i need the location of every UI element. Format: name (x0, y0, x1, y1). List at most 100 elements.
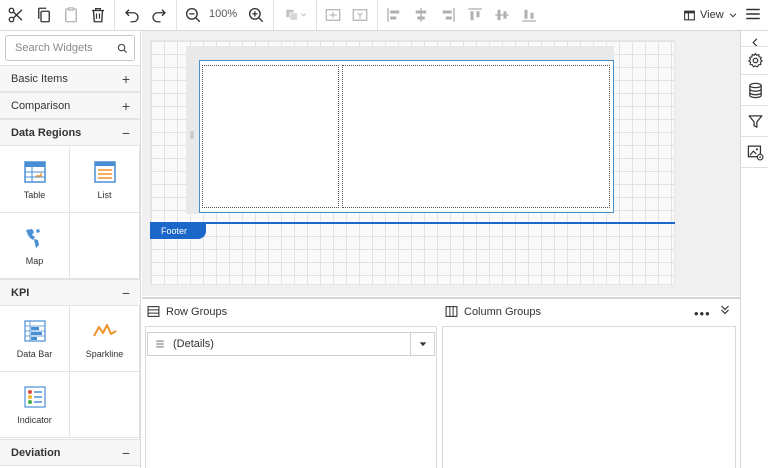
align-center-icon (415, 8, 427, 22)
copy-icon (38, 7, 50, 23)
widget-sidebar: Basic Items + Comparison + Data Regions … (0, 31, 141, 468)
redo-icon (152, 9, 166, 23)
align-bottom-button[interactable] (517, 3, 541, 27)
widget-label: List (97, 189, 112, 200)
merge-cell-icon (352, 9, 368, 21)
list-icon (93, 160, 116, 183)
row-groups-header: Row Groups (147, 305, 227, 318)
delete-button[interactable] (86, 3, 110, 27)
widget-empty-slot (70, 213, 140, 279)
fill-color-icon (286, 9, 307, 21)
align-middle-button[interactable] (321, 3, 345, 27)
report-cell-right[interactable] (342, 65, 610, 208)
redo-button[interactable] (147, 3, 171, 27)
category-label: Comparison (11, 99, 71, 112)
cut-button[interactable] (4, 3, 28, 27)
drag-handle-icon[interactable] (155, 339, 165, 349)
scissors-icon (8, 7, 23, 23)
details-group-row[interactable]: (Details) (147, 332, 435, 356)
rail-separator (741, 105, 768, 106)
category-label: KPI (11, 286, 30, 299)
view-menu-button[interactable]: View (683, 5, 738, 25)
split-cell-icon (325, 9, 341, 21)
column-groups-header: Column Groups (445, 305, 541, 318)
column-groups-title: Column Groups (464, 305, 542, 318)
widget-map[interactable]: Map (0, 213, 70, 279)
widget-search-box[interactable] (5, 35, 135, 61)
toolbar-separator (176, 0, 177, 30)
toolbar: 100% View (0, 0, 768, 31)
zoom-in-button[interactable] (244, 3, 268, 27)
align-right-button[interactable] (436, 3, 460, 27)
double-chevron-down-icon[interactable] (719, 304, 731, 316)
align-right-icon (442, 8, 455, 22)
toolbar-separator (114, 0, 115, 30)
view-label: View (700, 9, 724, 21)
column-ruler (186, 46, 614, 60)
collapse-icon: − (121, 444, 130, 461)
zoom-out-button[interactable] (181, 3, 205, 27)
align-top-button[interactable] (463, 3, 487, 27)
copy-button[interactable] (32, 3, 56, 27)
database-icon (748, 82, 762, 98)
report-cell-left[interactable] (202, 65, 339, 208)
category-comparison[interactable]: Comparison + (0, 92, 140, 119)
widget-data-bar[interactable]: Data Bar (0, 306, 70, 372)
align-vertical-middle-button[interactable] (490, 3, 514, 27)
more-options-icon[interactable]: ••• (694, 306, 711, 321)
zoom-out-icon (185, 7, 201, 23)
category-basic-items[interactable]: Basic Items + (0, 65, 140, 92)
category-data-regions[interactable]: Data Regions − (0, 119, 140, 146)
toolbar-separator (316, 0, 317, 30)
widget-label: Data Bar (16, 348, 53, 359)
filter-button[interactable] (744, 110, 766, 132)
widget-label: Table (23, 189, 46, 200)
toolbar-separator (377, 0, 378, 30)
expand-icon: + (121, 70, 130, 87)
footer-divider (150, 222, 675, 224)
search-input[interactable] (15, 42, 111, 54)
properties-button[interactable] (744, 49, 766, 71)
widget-label: Indicator (17, 414, 52, 425)
data-button[interactable] (744, 79, 766, 101)
paste-button[interactable] (59, 3, 83, 27)
footer-label[interactable]: Footer (150, 223, 206, 239)
row-groups-title: Row Groups (166, 305, 228, 318)
sparkline-icon (92, 323, 117, 336)
layout-icon (684, 10, 695, 20)
filter-icon (747, 114, 763, 128)
collapse-icon: − (121, 284, 130, 301)
image-settings-icon (747, 144, 764, 161)
rail-separator (741, 46, 768, 47)
widget-table[interactable]: Table (0, 147, 70, 213)
merge-button[interactable] (348, 3, 372, 27)
chevron-down-icon (729, 13, 736, 18)
widget-sparkline[interactable]: Sparkline (70, 306, 140, 372)
rail-separator (741, 136, 768, 137)
widget-label: Sparkline (85, 348, 124, 359)
groups-panel: Row Groups Column Groups ••• (Details) (142, 297, 740, 468)
undo-button[interactable] (120, 3, 144, 27)
widget-empty-slot (70, 372, 140, 438)
search-icon[interactable] (117, 43, 128, 54)
row-groups-icon (147, 306, 160, 317)
undo-icon (125, 9, 139, 23)
image-manager-button[interactable] (744, 141, 766, 163)
row-resize-handle[interactable] (190, 131, 194, 139)
expand-icon: + (121, 97, 130, 114)
details-dropdown-button[interactable] (410, 333, 434, 355)
align-left-button[interactable] (382, 3, 406, 27)
widget-indicator[interactable]: Indicator (0, 372, 70, 438)
fill-color-button[interactable] (280, 3, 312, 27)
clipboard-icon (65, 7, 77, 23)
widget-list[interactable]: List (70, 147, 140, 213)
caret-down-icon (419, 342, 426, 347)
hamburger-menu-icon[interactable] (744, 5, 762, 23)
category-label: Deviation (11, 446, 61, 459)
category-deviation[interactable]: Deviation − (0, 439, 140, 466)
trash-icon (92, 7, 104, 23)
align-center-button[interactable] (409, 3, 433, 27)
align-bottom-icon (522, 9, 536, 22)
category-kpi[interactable]: KPI − (0, 279, 140, 306)
collapse-icon: − (121, 124, 130, 141)
